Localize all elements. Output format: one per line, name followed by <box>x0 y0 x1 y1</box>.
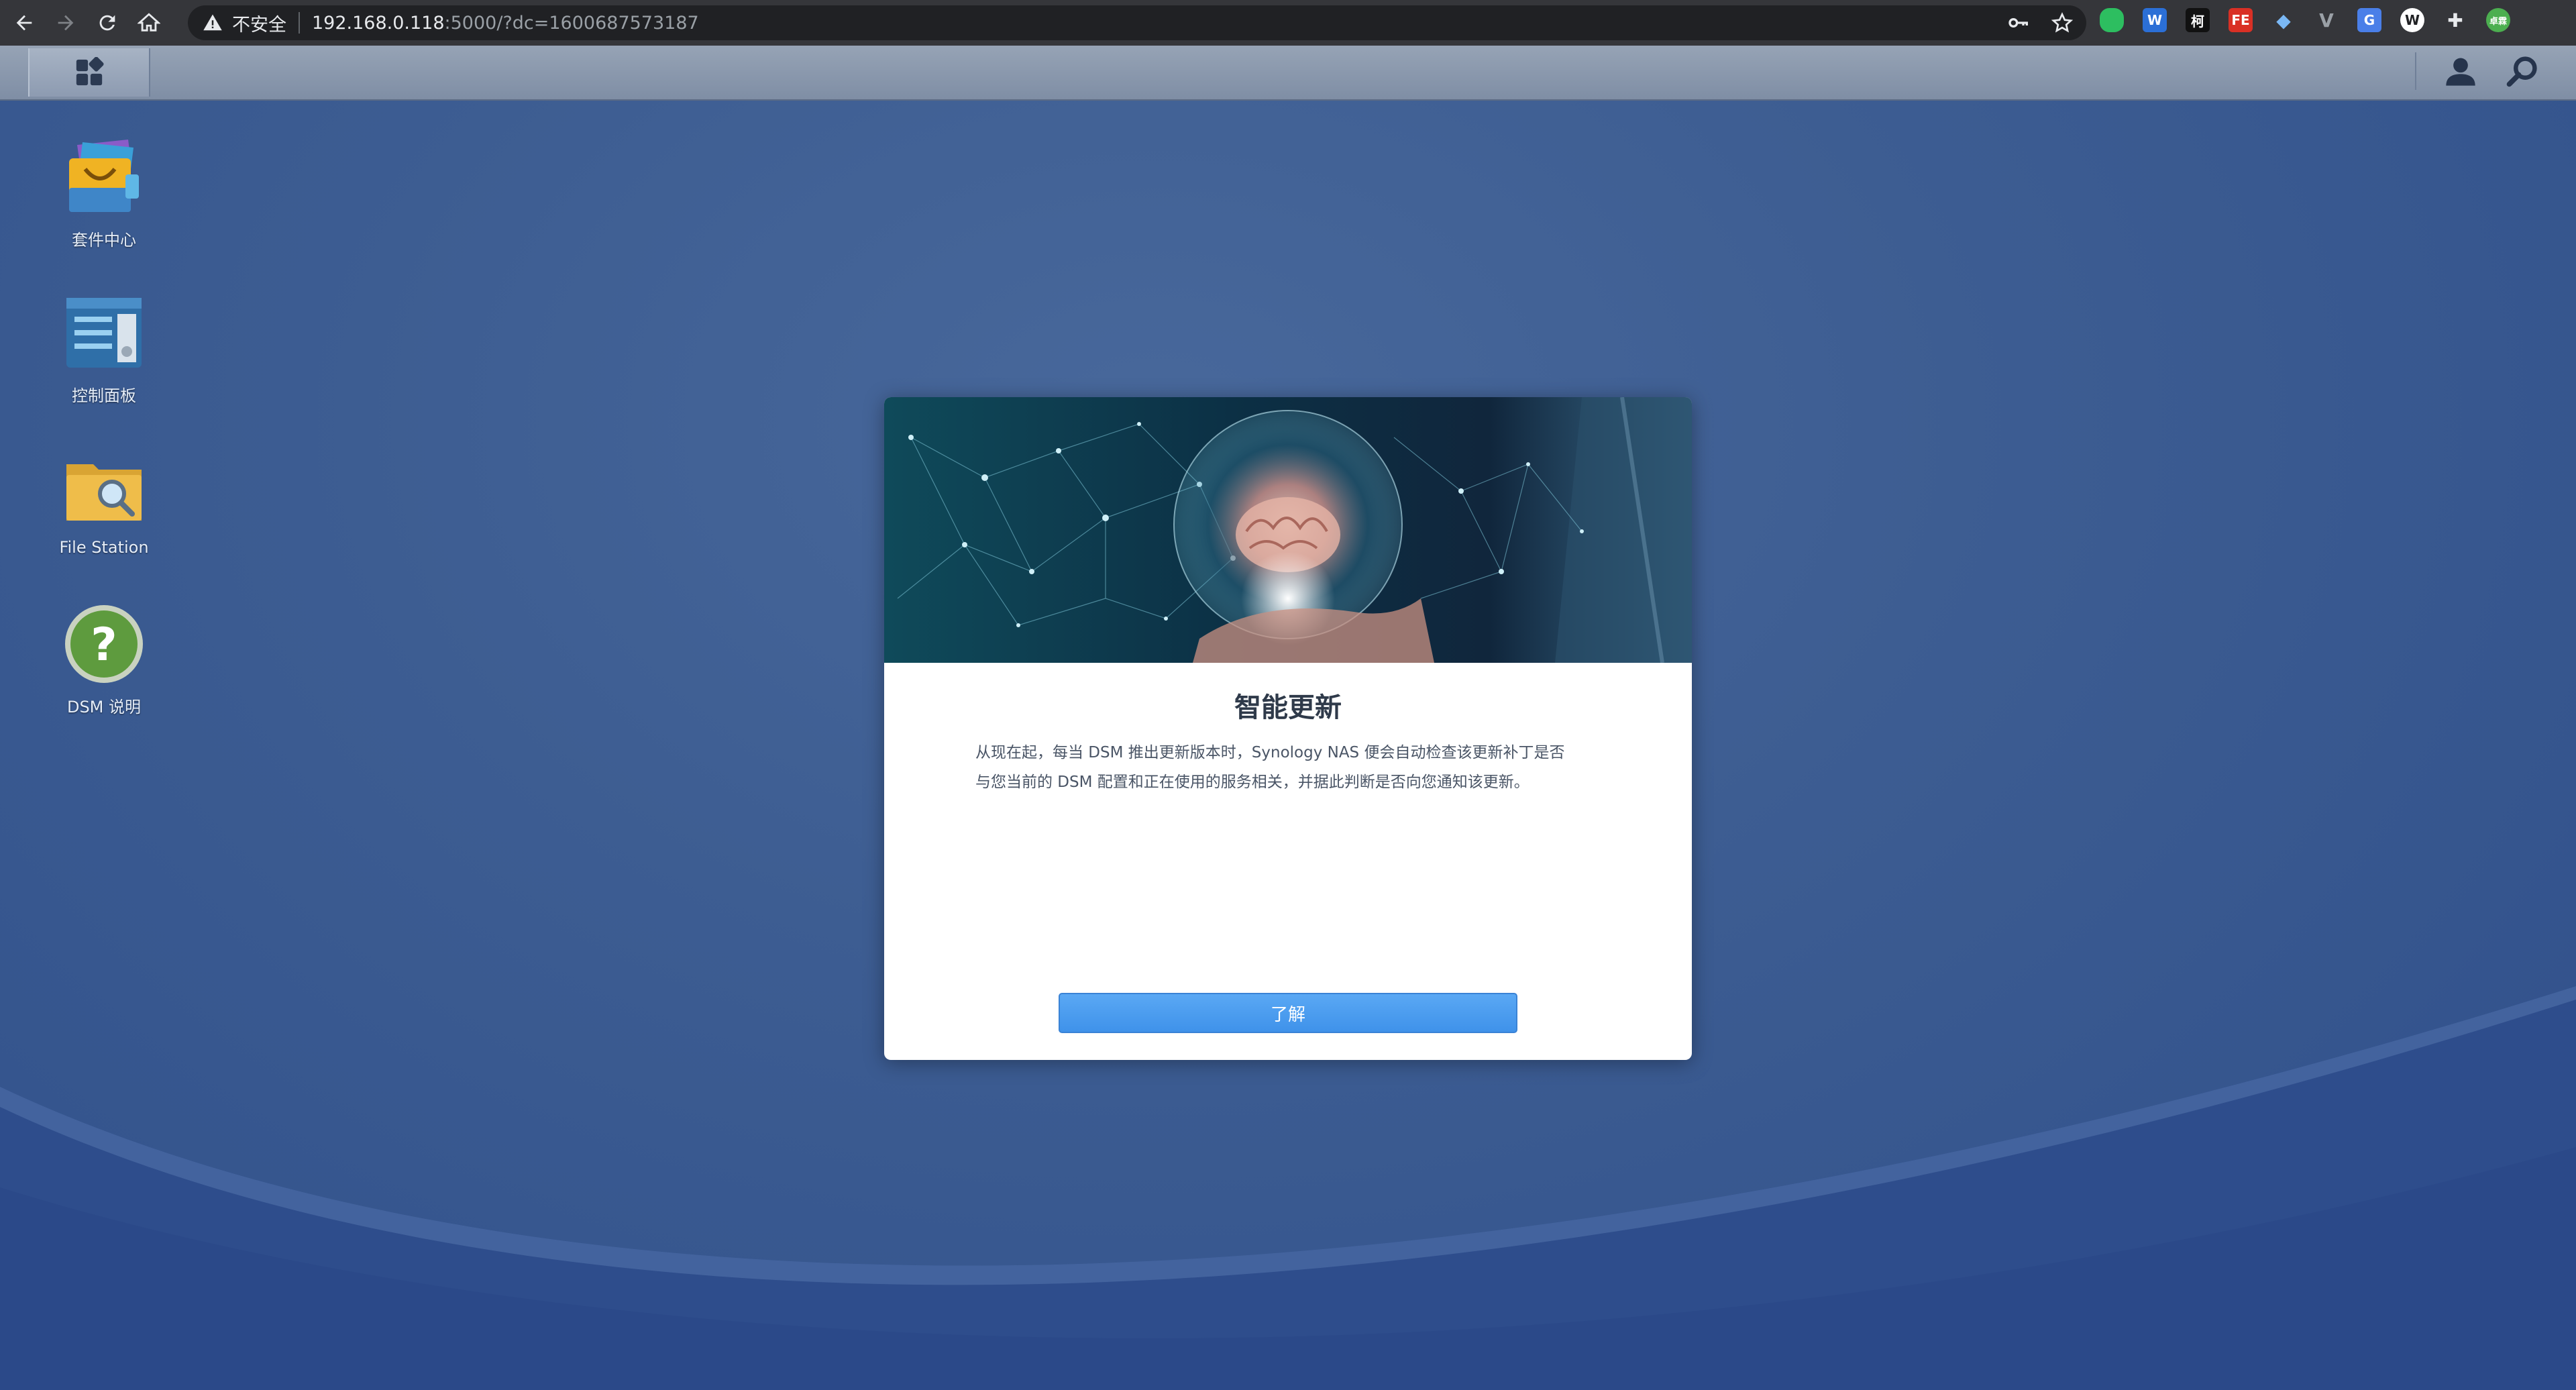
desktop-icon-label: DSM 说明 <box>66 698 142 716</box>
dialog-description-line: 从现在起，每当 DSM 推出更新版本时，Synology NAS 便会自动检查该… <box>975 744 1565 761</box>
ai-brain-banner-image <box>884 397 1692 663</box>
dialog-title: 智能更新 <box>1234 692 1342 723</box>
dsm-taskbar <box>0 46 2576 101</box>
extension-glyph: V <box>2319 9 2334 32</box>
address-bar[interactable]: 不安全 192.168.0.118:5000/?dc=1600687573187 <box>188 5 2086 40</box>
url-host: 192.168.0.118 <box>312 12 445 34</box>
control-panel-icon <box>66 298 142 368</box>
back-button[interactable] <box>7 5 42 40</box>
extension-glyph: W <box>2404 12 2420 28</box>
desktop-icon-control-panel[interactable]: 控制面板 <box>47 290 161 406</box>
diamond-extension-icon[interactable]: ◆ <box>2271 8 2296 32</box>
forward-icon <box>58 15 74 31</box>
reload-icon <box>99 15 115 31</box>
dsm-help-icon: ? <box>65 605 143 683</box>
star-icon[interactable] <box>2051 12 2073 34</box>
extension-glyph: 柯 <box>2191 13 2204 30</box>
he-extension-icon[interactable]: 柯 <box>2186 8 2210 32</box>
reload-button[interactable] <box>90 5 125 40</box>
understand-button[interactable]: 了解 <box>1059 993 1517 1033</box>
package-center-icon <box>69 140 139 212</box>
desktop-icon-dsm-help[interactable]: ? DSM 说明 <box>47 601 161 717</box>
dialog-description-line: 与您当前的 DSM 配置和正在使用的服务相关，并据此判断是否向您通知该更新。 <box>975 773 1529 791</box>
desktop-icon-label: 套件中心 <box>72 231 136 250</box>
evernote-extension-icon[interactable] <box>2100 8 2124 32</box>
main-menu-button[interactable] <box>28 48 150 97</box>
w-extension-icon[interactable]: W <box>2143 8 2167 32</box>
user-icon[interactable] <box>2443 54 2478 89</box>
security-label[interactable]: 不安全 <box>232 10 286 36</box>
smart-update-dialog: 智能更新 从现在起，每当 DSM 推出更新版本时，Synology NAS 便会… <box>884 397 1692 1060</box>
omnibox-divider <box>299 12 300 34</box>
search-icon[interactable] <box>2505 54 2540 89</box>
extension-glyph: W <box>2147 12 2163 28</box>
home-icon <box>138 13 160 32</box>
extensions-bar: W 柯 FE ◆ V G W ✚ 卓霖 <box>2100 8 2510 32</box>
home-button[interactable] <box>131 5 166 40</box>
forward-button[interactable] <box>48 5 83 40</box>
warning-icon[interactable] <box>203 13 223 33</box>
key-icon[interactable] <box>2007 12 2029 34</box>
desktop-icon-file-station[interactable]: File Station <box>47 445 161 557</box>
desktop-icon-label: File Station <box>59 538 149 557</box>
extension-glyph: 卓霖 <box>2489 16 2507 27</box>
extension-glyph: G <box>2363 12 2375 28</box>
extension-glyph: FE <box>2231 12 2250 28</box>
url-path: :5000/?dc=1600687573187 <box>444 12 699 34</box>
file-station-icon <box>66 464 142 521</box>
dialog-description: 从现在起，每当 DSM 推出更新版本时，Synology NAS 便会自动检查该… <box>975 738 1606 797</box>
desktop-icon-label: 控制面板 <box>72 386 136 405</box>
taskbar-divider <box>2415 52 2416 90</box>
v-extension-icon[interactable]: V <box>2314 8 2339 32</box>
profile-avatar-icon[interactable]: 卓霖 <box>2486 8 2510 32</box>
back-icon <box>16 15 32 31</box>
svg-text:?: ? <box>91 619 117 672</box>
browser-toolbar: 不安全 192.168.0.118:5000/?dc=1600687573187… <box>0 0 2576 46</box>
puzzle-extension-icon[interactable]: ✚ <box>2443 8 2467 32</box>
fe-extension-icon[interactable]: FE <box>2229 8 2253 32</box>
w-circle-extension-icon[interactable]: W <box>2400 8 2424 32</box>
desktop-icon-package-center[interactable]: 套件中心 <box>47 134 161 250</box>
main-menu-icon <box>76 57 104 86</box>
translate-extension-icon[interactable]: G <box>2357 8 2381 32</box>
